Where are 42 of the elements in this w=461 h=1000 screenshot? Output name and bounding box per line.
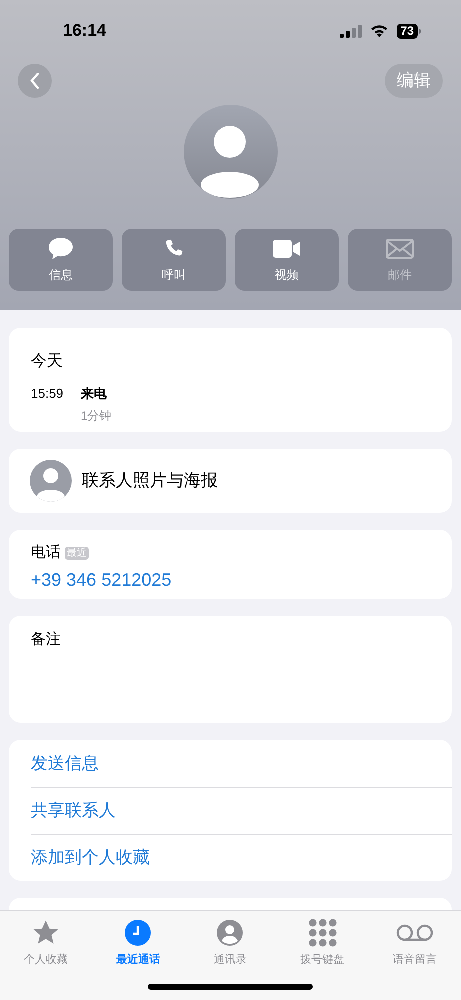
phone-label: 电话 — [31, 543, 61, 563]
signal-icon — [340, 24, 362, 38]
call-type: 来电 — [81, 385, 108, 403]
notes-label: 备注 — [31, 631, 61, 648]
tab-button[interactable]: 语音留言 — [368, 918, 461, 968]
back-button[interactable] — [18, 64, 52, 98]
history-date: 今天 — [31, 352, 64, 372]
edit-button[interactable]: 编辑 — [385, 64, 443, 98]
action-label: 呼叫 — [162, 267, 186, 284]
contact-poster-row[interactable]: 联系人照片与海报 — [9, 449, 452, 513]
tab-button[interactable]: 拨号键盘 — [276, 918, 369, 968]
recent-badge: 最近 — [65, 546, 89, 560]
action-link[interactable]: 发送信息 — [31, 750, 99, 776]
tab-button[interactable]: 通讯录 — [184, 918, 277, 968]
action-button[interactable]: 呼叫 — [122, 229, 226, 291]
speech-bubble-icon — [48, 237, 74, 261]
battery-level: 73 — [396, 24, 418, 38]
avatar-icon — [184, 105, 278, 199]
star-icon — [32, 919, 60, 947]
tab-button[interactable]: 个人收藏 — [0, 918, 92, 968]
call-duration: 1分钟 — [81, 408, 112, 424]
avatar-icon — [30, 460, 72, 502]
person-circle-icon — [217, 920, 244, 946]
contact-poster-label: 联系人照片与海报 — [82, 470, 218, 492]
wifi-icon — [370, 24, 389, 38]
envelope-icon — [386, 239, 414, 259]
action-label: 视频 — [275, 267, 299, 284]
voicemail-icon — [396, 924, 434, 942]
call-time: 15:59 — [31, 385, 65, 403]
keypad-icon — [308, 919, 337, 947]
status-time: 16:14 — [63, 20, 106, 42]
video-camera-icon — [273, 239, 301, 259]
action-label: 信息 — [49, 267, 73, 284]
action-link[interactable]: 共享联系人 — [31, 798, 116, 824]
chevron-left-icon — [30, 73, 40, 89]
phone-number-link[interactable]: +39 346 5212025 — [31, 566, 430, 594]
clock-icon — [125, 920, 152, 946]
action-link[interactable]: 添加到个人收藏 — [31, 845, 150, 871]
tab-button[interactable]: 最近通话 — [92, 918, 184, 968]
action-button[interactable]: 视频 — [235, 229, 339, 291]
action-button[interactable]: 信息 — [9, 229, 113, 291]
action-label: 邮件 — [388, 267, 412, 284]
